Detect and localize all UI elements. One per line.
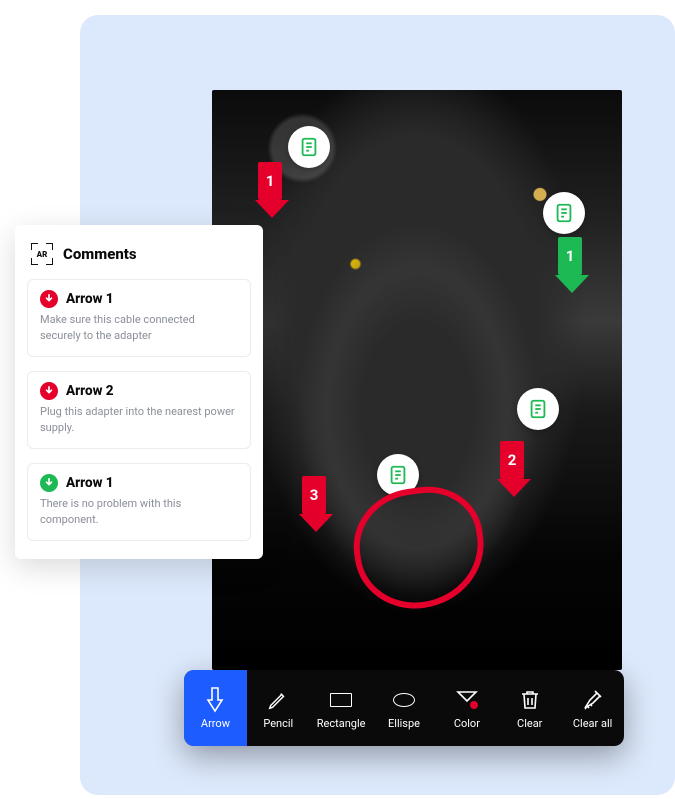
arrow-down-icon: [40, 382, 58, 400]
tool-label: Arrow: [201, 717, 230, 730]
annotation-arrow[interactable]: 1: [555, 237, 585, 293]
trash-icon: [517, 687, 543, 713]
tool-label: Rectangle: [317, 717, 366, 730]
arrow-outline-icon: [202, 687, 228, 713]
ar-icon: AR: [31, 243, 53, 265]
tool-label: Clear: [517, 717, 542, 730]
comment-card[interactable]: Arrow 1 Make sure this cable connected s…: [27, 279, 251, 357]
annotation-arrow[interactable]: 2: [497, 441, 527, 497]
annotation-note-icon[interactable]: [288, 126, 330, 168]
comment-body: Make sure this cable connected securely …: [40, 312, 238, 344]
ellipse-icon: [391, 687, 417, 713]
tool-label: Color: [454, 717, 480, 730]
pencil-icon: [265, 687, 291, 713]
color-picker-icon: [454, 687, 480, 713]
broom-icon: [580, 687, 606, 713]
annotation-note-icon[interactable]: [517, 388, 559, 430]
arrow-down-icon: [40, 290, 58, 308]
annotation-note-icon[interactable]: [543, 192, 585, 234]
tool-arrow[interactable]: Arrow: [184, 670, 247, 746]
annotation-arrow-number: 2: [500, 441, 524, 479]
tool-color[interactable]: Color: [435, 670, 498, 746]
comment-title: Arrow 1: [66, 475, 114, 491]
tool-clear-all[interactable]: Clear all: [561, 670, 624, 746]
comment-title: Arrow 1: [66, 291, 114, 307]
tool-label: Ellispe: [388, 717, 420, 730]
tool-pencil[interactable]: Pencil: [247, 670, 310, 746]
comments-header: AR Comments: [27, 239, 251, 279]
annotation-arrow-number: 1: [558, 237, 582, 275]
annotation-arrow[interactable]: 1: [255, 162, 285, 218]
comments-panel: AR Comments Arrow 1 Make sure this cable…: [15, 225, 263, 559]
comment-card[interactable]: Arrow 2 Plug this adapter into the neare…: [27, 371, 251, 449]
tool-label: Pencil: [263, 717, 293, 730]
arrow-down-icon: [40, 474, 58, 492]
tool-label: Clear all: [573, 717, 612, 730]
annotation-arrow-number: 3: [302, 476, 326, 514]
annotation-arrow[interactable]: 3: [299, 476, 329, 532]
ar-icon-label: AR: [37, 250, 48, 259]
tool-rectangle[interactable]: Rectangle: [310, 670, 373, 746]
tool-ellipse[interactable]: Ellispe: [373, 670, 436, 746]
comment-body: There is no problem with this component.: [40, 496, 238, 528]
annotation-toolbar: Arrow Pencil Rectangle Ellispe Color Cle…: [184, 670, 624, 746]
comments-title: Comments: [63, 245, 137, 263]
rectangle-icon: [328, 687, 354, 713]
annotation-arrow-number: 1: [258, 162, 282, 200]
comment-title: Arrow 2: [66, 383, 114, 399]
comment-body: Plug this adapter into the nearest power…: [40, 404, 238, 436]
tool-clear[interactable]: Clear: [498, 670, 561, 746]
comment-card[interactable]: Arrow 1 There is no problem with this co…: [27, 463, 251, 541]
